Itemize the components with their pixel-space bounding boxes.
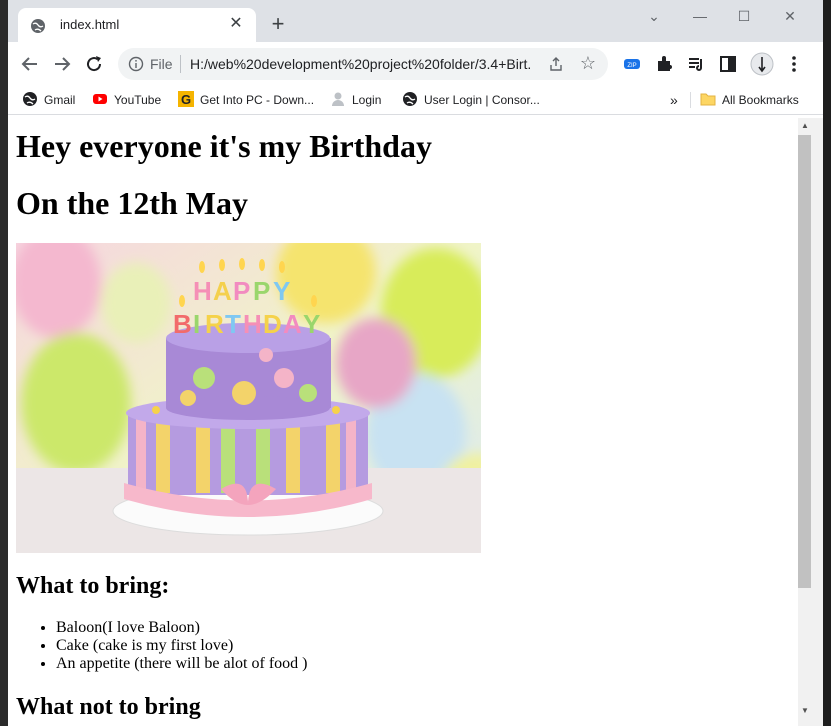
- globe-icon: [23, 92, 37, 106]
- url-text[interactable]: H:/web%20development%20project%20folder/…: [190, 56, 530, 72]
- bookmark-label: Get Into PC - Down...: [200, 93, 315, 107]
- svg-text:R: R: [205, 309, 224, 339]
- heading-what-not-to-bring: What not to bring: [16, 694, 201, 720]
- bookmarks-overflow-button[interactable]: »: [670, 90, 678, 110]
- tab-strip: index.html ✕ + ⌄ — ☐ ✕: [8, 0, 823, 42]
- puzzle-icon[interactable]: [654, 54, 674, 74]
- info-icon[interactable]: [128, 56, 144, 72]
- globe-icon: [403, 92, 417, 106]
- svg-text:T: T: [225, 309, 241, 339]
- tab-index-html[interactable]: index.html ✕: [18, 8, 256, 42]
- bookmark-user-login[interactable]: User Login | Consor...: [402, 90, 540, 110]
- bookmark-label: User Login | Consor...: [424, 93, 540, 107]
- svg-text:I: I: [193, 309, 200, 339]
- svg-text:H: H: [243, 309, 262, 339]
- heading-what-to-bring: What to bring:: [16, 573, 170, 599]
- page-viewport: Hey everyone it's my Birthday On the 12t…: [8, 118, 798, 726]
- bookmarks-divider: [690, 92, 691, 108]
- heading-date: On the 12th May: [16, 185, 248, 221]
- svg-text:Y: Y: [273, 276, 290, 306]
- star-icon[interactable]: ☆: [580, 54, 596, 72]
- svg-text:A: A: [213, 276, 232, 306]
- svg-text:ZIP: ZIP: [627, 63, 636, 69]
- svg-text:B: B: [173, 309, 192, 339]
- new-tab-button[interactable]: +: [266, 12, 290, 36]
- bookmark-getintopc[interactable]: G Get Into PC - Down...: [178, 90, 314, 110]
- back-arrow-icon[interactable]: [18, 52, 42, 76]
- tab-search-icon[interactable]: ⌄: [642, 6, 666, 26]
- browser-window: index.html ✕ + ⌄ — ☐ ✕ File H:/web%20dev…: [8, 0, 823, 726]
- bring-list: Baloon(I love Baloon) Cake (cake is my f…: [16, 619, 307, 673]
- all-bookmarks-button[interactable]: All Bookmarks: [700, 90, 799, 110]
- bookmark-gmail[interactable]: Gmail: [22, 90, 75, 110]
- kebab-menu-icon[interactable]: [784, 54, 804, 74]
- bookmark-login[interactable]: Login: [330, 90, 381, 110]
- bookmark-youtube[interactable]: YouTube: [92, 90, 161, 110]
- user-icon: [332, 92, 344, 106]
- svg-text:G: G: [181, 92, 191, 107]
- globe-icon: [31, 19, 45, 33]
- share-icon[interactable]: [548, 56, 564, 72]
- url-scheme-label: File: [150, 56, 173, 72]
- side-panel-icon[interactable]: [718, 54, 738, 74]
- scrollbar-thumb[interactable]: [798, 135, 811, 588]
- zip-extension-icon[interactable]: ZIP: [622, 54, 642, 74]
- svg-text:D: D: [263, 309, 282, 339]
- bookmark-label: Login: [352, 93, 382, 107]
- svg-text:H: H: [193, 276, 212, 306]
- reload-icon[interactable]: [82, 52, 106, 76]
- list-item: An appetite (there will be alot of food …: [56, 655, 307, 673]
- heading-birthday: Hey everyone it's my Birthday: [16, 128, 432, 164]
- bookmark-label: Gmail: [44, 93, 76, 107]
- background-window-edge: [823, 0, 831, 726]
- url-separator: [180, 55, 181, 73]
- svg-text:A: A: [283, 309, 302, 339]
- scroll-up-arrow-icon[interactable]: ▲: [800, 121, 810, 131]
- tab-title: index.html: [60, 17, 120, 32]
- address-bar[interactable]: File H:/web%20development%20project%20fo…: [118, 48, 608, 80]
- minimize-icon[interactable]: —: [688, 6, 712, 26]
- folder-icon: [700, 93, 716, 106]
- scroll-down-arrow-icon[interactable]: ▼: [800, 706, 810, 716]
- browser-toolbar: File H:/web%20development%20project%20fo…: [8, 42, 823, 86]
- svg-text:Y: Y: [303, 309, 320, 339]
- svg-text:P: P: [253, 276, 270, 306]
- youtube-icon: [93, 94, 107, 104]
- list-item: Cake (cake is my first love): [56, 637, 307, 655]
- bookmark-label: YouTube: [114, 93, 162, 107]
- reading-list-icon[interactable]: [686, 54, 706, 74]
- maximize-icon[interactable]: ☐: [732, 6, 756, 26]
- getintopc-icon: G: [178, 91, 194, 107]
- profile-avatar-icon[interactable]: [750, 52, 774, 76]
- page-scrollbar[interactable]: ▲ ▼: [798, 118, 823, 726]
- svg-text:P: P: [233, 276, 250, 306]
- bookmarks-bar: Gmail YouTube G Get Into PC - Down... Lo…: [8, 86, 823, 115]
- list-item: Baloon(I love Baloon): [56, 619, 307, 637]
- close-tab-icon[interactable]: ✕: [226, 14, 246, 34]
- close-window-icon[interactable]: ✕: [778, 6, 802, 26]
- all-bookmarks-label: All Bookmarks: [722, 93, 799, 107]
- birthday-cake-image: H A P P Y B I R T H D A Y: [16, 243, 481, 553]
- forward-arrow-icon[interactable]: [50, 52, 74, 76]
